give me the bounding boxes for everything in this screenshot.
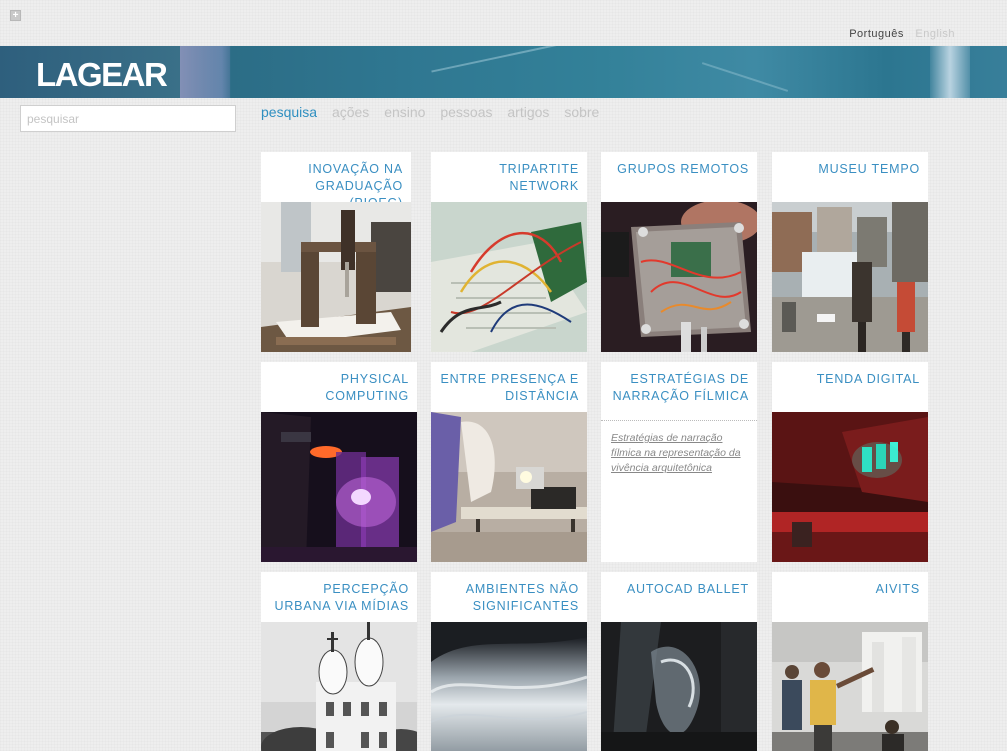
project-card[interactable]: ENTRE PRESENÇA E DISTÂNCIA: [431, 362, 587, 562]
project-title[interactable]: AUTOCAD BALLET: [605, 581, 749, 598]
project-image[interactable]: [772, 202, 928, 352]
red-tent-projection-photo: [772, 412, 928, 562]
project-image[interactable]: [261, 202, 411, 352]
favela-street-photo: [772, 202, 928, 352]
project-title[interactable]: AMBIENTES NÃO SIGNIFICANTES: [435, 581, 579, 615]
banner-light-streak: [701, 62, 789, 92]
banner-light-left: [180, 46, 230, 98]
project-image[interactable]: [772, 412, 928, 562]
nav-ensino[interactable]: ensino: [384, 104, 425, 120]
project-card[interactable]: GRUPOS REMOTOS: [601, 152, 757, 352]
project-title[interactable]: ENTRE PRESENÇA E DISTÂNCIA: [435, 371, 579, 405]
project-title[interactable]: ESTRATÉGIAS DE NARRAÇÃO FÍLMICA: [605, 371, 749, 405]
project-title[interactable]: TENDA DIGITAL: [776, 371, 920, 388]
header-banner: LAGEAR: [0, 46, 1007, 98]
project-image[interactable]: [261, 412, 417, 562]
nav-acoes[interactable]: ações: [332, 104, 369, 120]
white-fabric-photo: [431, 622, 587, 751]
purple-glass-light-photo: [261, 412, 417, 562]
language-english[interactable]: English: [915, 28, 955, 40]
banner-light-streak: [431, 46, 569, 73]
project-card[interactable]: TENDA DIGITAL: [772, 362, 928, 562]
project-image[interactable]: [261, 622, 417, 751]
project-card[interactable]: AUTOCAD BALLET: [601, 572, 757, 751]
project-image[interactable]: [601, 202, 757, 352]
project-title[interactable]: AIVITS: [776, 581, 920, 598]
dark-abstract-photo: [601, 622, 757, 751]
project-card[interactable]: MUSEU TEMPO: [772, 152, 928, 352]
expand-toggle-icon[interactable]: +: [10, 10, 21, 21]
acrylic-circuit-box-photo: [601, 202, 757, 352]
breadboard-arduino-photo: [431, 202, 587, 352]
nav-sobre[interactable]: sobre: [564, 104, 599, 120]
project-image[interactable]: [431, 202, 587, 352]
nav-pesquisa[interactable]: pesquisa: [261, 104, 317, 120]
project-image[interactable]: [601, 622, 757, 751]
project-card[interactable]: AIVITS: [772, 572, 928, 751]
project-card[interactable]: TRIPARTITE NETWORK: [431, 152, 587, 352]
laser-cut-machine-photo: [261, 202, 411, 352]
project-image[interactable]: [431, 622, 587, 751]
project-title[interactable]: TRIPARTITE NETWORK: [435, 161, 579, 195]
divider: [601, 420, 757, 421]
project-image[interactable]: [431, 412, 587, 562]
project-title[interactable]: PHYSICAL COMPUTING: [265, 371, 409, 405]
language-switcher: Português English: [841, 28, 955, 40]
project-card[interactable]: AMBIENTES NÃO SIGNIFICANTES: [431, 572, 587, 751]
people-gallery-photo: [772, 622, 928, 751]
nav-pessoas[interactable]: pessoas: [440, 104, 492, 120]
main-nav: pesquisa ações ensino pessoas artigos so…: [261, 104, 610, 120]
project-card[interactable]: PHYSICAL COMPUTING: [261, 362, 417, 562]
project-description-link[interactable]: Estratégias de narração fílmica na repre…: [611, 422, 747, 476]
project-card[interactable]: INOVAÇÃO NA GRADUAÇÃO (PIQEG): [261, 152, 411, 352]
project-title[interactable]: MUSEU TEMPO: [776, 161, 920, 178]
banner-light-right: [930, 46, 970, 98]
language-portugues[interactable]: Português: [849, 28, 904, 40]
nav-artigos[interactable]: artigos: [507, 104, 549, 120]
project-title[interactable]: PERCEPÇÃO URBANA VIA MÍDIAS: [265, 581, 409, 615]
search-input[interactable]: [20, 105, 236, 132]
project-image[interactable]: [772, 622, 928, 751]
projector-table-photo: [431, 412, 587, 562]
project-card[interactable]: PERCEPÇÃO URBANA VIA MÍDIAS: [261, 572, 417, 751]
baroque-church-photo: [261, 622, 417, 751]
site-logo[interactable]: LAGEAR: [36, 56, 168, 94]
project-card[interactable]: ESTRATÉGIAS DE NARRAÇÃO FÍLMICA Estratég…: [601, 362, 757, 562]
project-title[interactable]: GRUPOS REMOTOS: [605, 161, 749, 178]
